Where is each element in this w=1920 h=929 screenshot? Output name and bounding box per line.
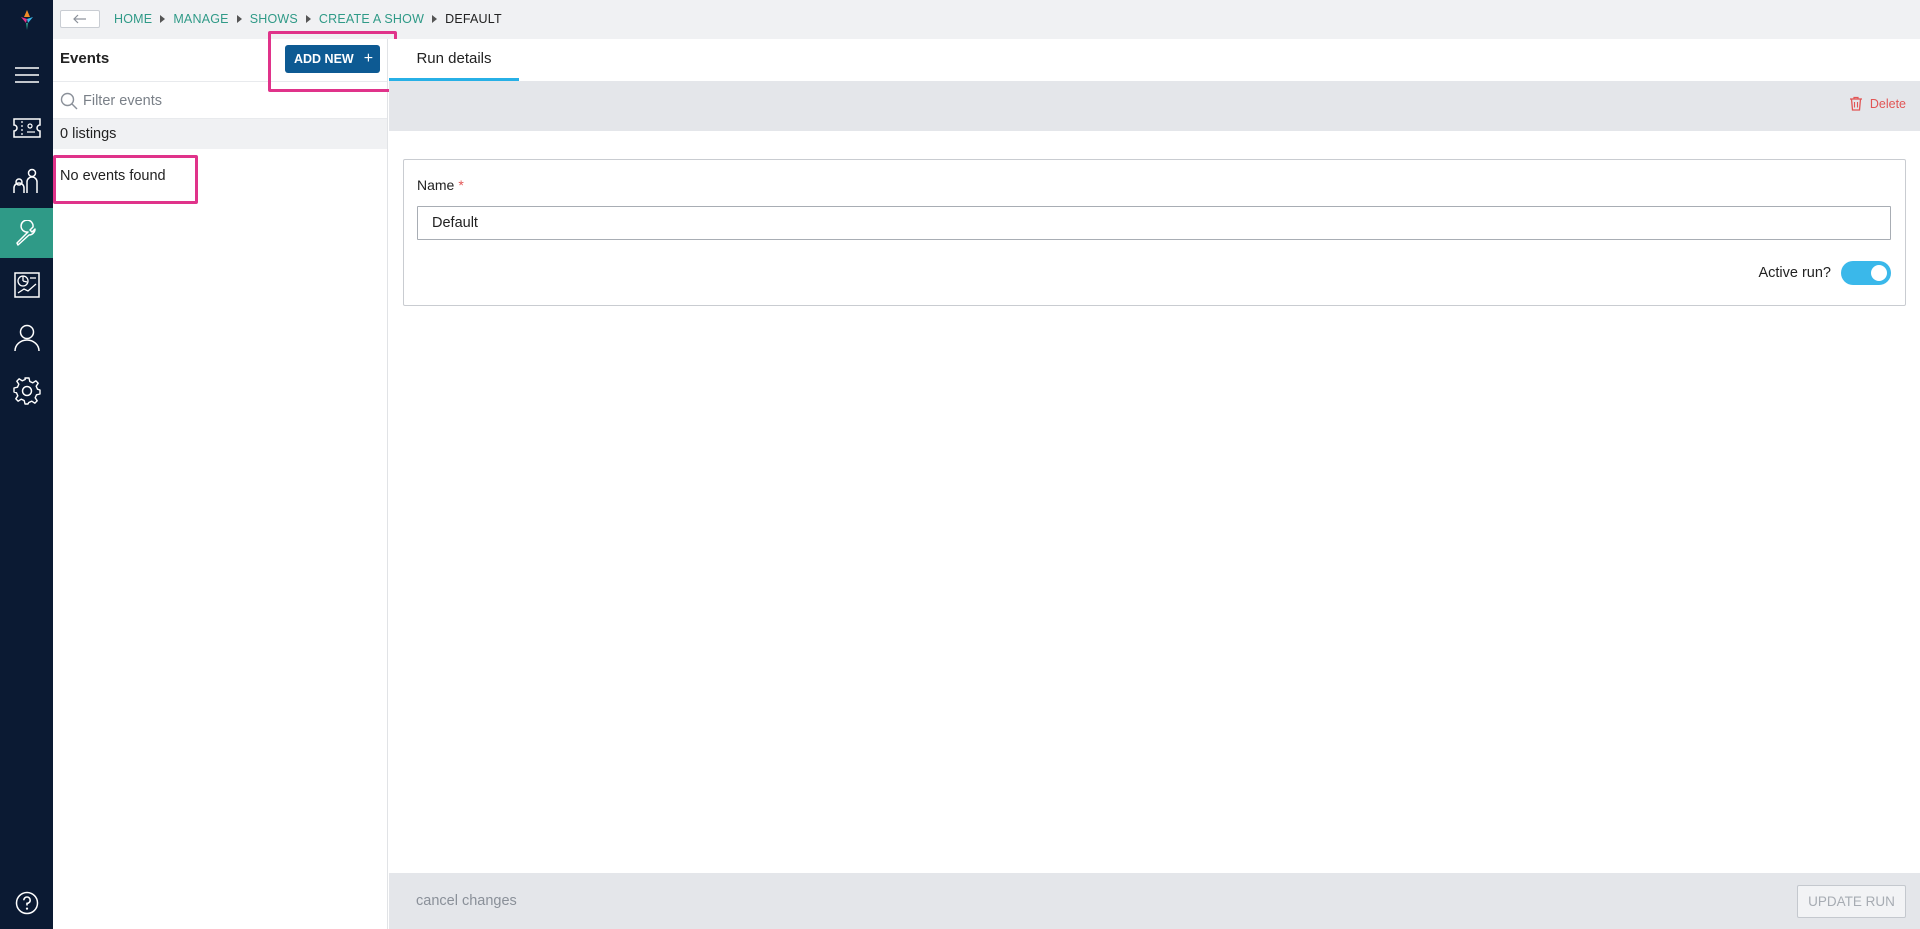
- left-nav: [0, 0, 53, 929]
- form-footer: cancel changes UPDATE RUN: [389, 873, 1920, 929]
- tab-bar: Run details: [389, 39, 1920, 81]
- search-icon: [60, 92, 78, 110]
- breadcrumb-separator-icon: [305, 15, 311, 23]
- delete-button[interactable]: Delete: [1849, 96, 1906, 111]
- name-input[interactable]: [417, 206, 1891, 240]
- trash-icon: [1849, 96, 1862, 111]
- details-toolbar: Delete: [389, 81, 1920, 131]
- breadcrumb-manage[interactable]: MANAGE: [173, 12, 228, 26]
- gear-icon[interactable]: [0, 367, 53, 415]
- toggle-knob: [1871, 265, 1887, 281]
- active-run-toggle[interactable]: [1841, 261, 1891, 285]
- back-button[interactable]: [60, 10, 100, 28]
- help-icon[interactable]: [0, 879, 53, 927]
- breadcrumb-separator-icon: [236, 15, 242, 23]
- delete-label: Delete: [1869, 96, 1906, 111]
- plus-icon: +: [363, 50, 374, 67]
- breadcrumb-create-a-show[interactable]: CREATE A SHOW: [319, 12, 424, 26]
- cancel-changes-link[interactable]: cancel changes: [416, 893, 517, 909]
- add-new-button[interactable]: ADD NEW +: [285, 45, 380, 73]
- update-run-button[interactable]: UPDATE RUN: [1797, 885, 1906, 918]
- events-title: Events: [60, 50, 110, 67]
- user-icon[interactable]: [0, 314, 53, 362]
- listings-count-row: 0 listings: [53, 119, 387, 149]
- events-panel: Events ADD NEW + 0 listings No events fo…: [53, 39, 388, 929]
- arrow-left-icon: [73, 14, 86, 24]
- reports-icon[interactable]: [0, 261, 53, 309]
- ticket-icon[interactable]: [0, 104, 53, 152]
- breadcrumb-separator-icon: [432, 15, 438, 23]
- listings-count: 0 listings: [60, 126, 117, 142]
- filter-row: [53, 81, 387, 119]
- customers-icon[interactable]: [0, 157, 53, 205]
- empty-state-message: No events found: [60, 168, 166, 184]
- tab-run-details[interactable]: Run details: [389, 39, 519, 81]
- active-run-label: Active run?: [1758, 265, 1831, 281]
- breadcrumb-separator-icon: [160, 15, 166, 23]
- logo-icon[interactable]: [0, 0, 53, 40]
- required-mark: *: [458, 177, 464, 193]
- run-details-card: Name* Active run?: [403, 159, 1906, 306]
- name-label-text: Name: [417, 177, 455, 193]
- add-new-label: ADD NEW: [294, 52, 354, 66]
- filter-events-input[interactable]: [83, 90, 373, 112]
- breadcrumb-current: DEFAULT: [445, 12, 502, 26]
- breadcrumb: HOME MANAGE SHOWS CREATE A SHOW DEFAULT: [114, 12, 502, 26]
- wrench-icon[interactable]: [0, 208, 53, 258]
- breadcrumb-shows[interactable]: SHOWS: [250, 12, 298, 26]
- name-field-label: Name *: [417, 177, 464, 193]
- top-bar: HOME MANAGE SHOWS CREATE A SHOW DEFAULT: [53, 0, 1920, 39]
- breadcrumb-home[interactable]: HOME: [114, 12, 152, 26]
- menu-icon[interactable]: [0, 51, 53, 99]
